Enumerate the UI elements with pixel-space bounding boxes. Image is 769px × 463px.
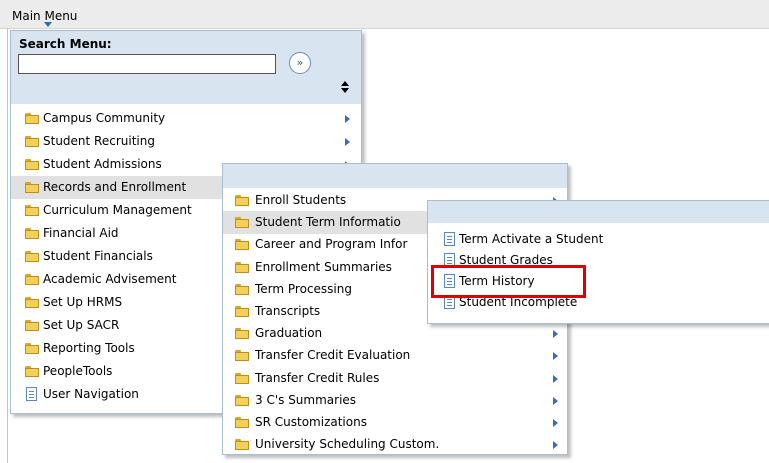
folder-icon [25,136,39,147]
chevron-right-icon [553,396,558,405]
document-icon [444,232,455,246]
records-item-label: Transfer Credit Rules [255,370,380,385]
document-icon [444,295,455,309]
main-menu-item-label: Reporting Tools [43,341,135,355]
chevron-right-icon [553,374,558,383]
term-item-label: Term History [459,274,535,288]
folder-icon [235,261,249,273]
records-item-graduation[interactable]: Graduation [223,322,567,345]
main-menu-item-label: Records and Enrollment [43,180,187,194]
term-item-label: Student Incomplete [459,295,578,309]
records-item-label: Enrollment Summaries [255,259,392,274]
term-item-term-activate-a-student[interactable]: Term Activate a Student [428,228,769,251]
chevron-right-icon [553,441,558,450]
folder-icon [235,372,249,384]
left-frame-divider [7,28,8,463]
term-item-student-grades[interactable]: Student Grades [428,249,769,272]
document-icon [444,253,455,267]
student-term-information-list: Term Activate a Student Student Grades Ter… [428,223,769,323]
folder-icon [25,297,39,308]
main-menu-item-label: Student Admissions [43,157,162,171]
records-item-label: Transfer Credit Evaluation [255,348,411,363]
folder-icon [25,159,39,170]
folder-icon [25,205,39,216]
main-menu-item-label: Set Up HRMS [43,295,123,309]
search-go-button[interactable]: » [289,52,311,74]
records-item-label: University Scheduling Custom. [255,437,440,452]
chevron-right-icon [553,352,558,361]
main-menu-item-label: User Navigation [43,387,139,401]
search-menu-input[interactable] [18,54,276,74]
main-menu-item-campus-community[interactable]: Campus Community [11,107,361,130]
folder-icon [235,217,249,229]
records-item-label: Student Term Informatio [255,215,401,230]
folder-icon [25,366,39,377]
folder-icon [235,394,249,406]
main-menu-item-label: Student Financials [43,249,153,263]
search-menu-label: Search Menu: [19,37,112,51]
peoplesoft-navigator: Main Menu Search Menu: » Campus Communit… [0,0,769,463]
chevron-right-icon [553,419,558,427]
term-item-student-incomplete[interactable]: Student Incomplete [428,291,769,314]
main-menu-item-label: Curriculum Management [43,203,192,217]
records-item-label: SR Customizations [255,415,367,429]
main-menu-item-label: Student Recruiting [43,134,155,148]
folder-icon [235,195,249,206]
main-menu-item-label: Campus Community [43,111,166,125]
term-item-label: Term Activate a Student [459,232,604,246]
student-term-information-submenu: Term Activate a Student Student Grades Ter… [427,200,769,324]
folder-icon [25,251,39,262]
sort-icon[interactable] [341,81,349,95]
main-menu-item-label: PeopleTools [43,364,113,378]
folder-icon [235,283,249,295]
records-item-transfer-credit-rules[interactable]: Transfer Credit Rules [223,367,567,390]
chevron-down-icon [44,22,52,27]
folder-icon [235,239,249,251]
records-item-university-scheduling-custom[interactable]: University Scheduling Custom. [223,433,567,456]
top-bar: Main Menu [0,0,769,29]
records-item-transfer-credit-evaluation[interactable]: Transfer Credit Evaluation [223,344,567,367]
chevron-right-icon [345,115,350,123]
folder-icon [25,113,39,124]
folder-icon [25,320,39,331]
main-menu-item-label: Set Up SACR [43,318,120,332]
records-item-label: Enroll Students [255,193,347,207]
document-icon [444,274,455,288]
records-item-sr-customizations[interactable]: SR Customizations [223,411,567,434]
main-menu-item-label: Academic Advisement [43,272,177,286]
document-icon [26,387,37,401]
folder-icon [25,228,39,239]
term-item-term-history[interactable]: Term History [428,270,769,293]
main-menu-title[interactable]: Main Menu [12,9,77,23]
folder-icon [25,343,39,354]
term-item-label: Student Grades [459,253,553,267]
records-item-label: Career and Program Infor [255,237,408,252]
folder-icon [235,439,249,451]
records-item-label: 3 C's Summaries [255,392,357,407]
folder-icon [25,274,39,285]
main-menu-item-student-recruiting[interactable]: Student Recruiting [11,130,361,153]
folder-icon [235,417,249,428]
folder-icon [25,182,39,193]
chevron-right-icon [345,138,350,146]
folder-icon [235,328,249,340]
chevron-right-icon [553,330,558,339]
records-item-label: Graduation [255,326,323,341]
records-item-label: Term Processing [255,281,352,296]
records-item-3-c-s-summaries[interactable]: 3 C's Summaries [223,389,567,412]
folder-icon [235,350,249,362]
folder-icon [235,306,249,317]
main-menu-item-label: Financial Aid [43,226,119,240]
records-item-label: Transcripts [255,304,321,318]
